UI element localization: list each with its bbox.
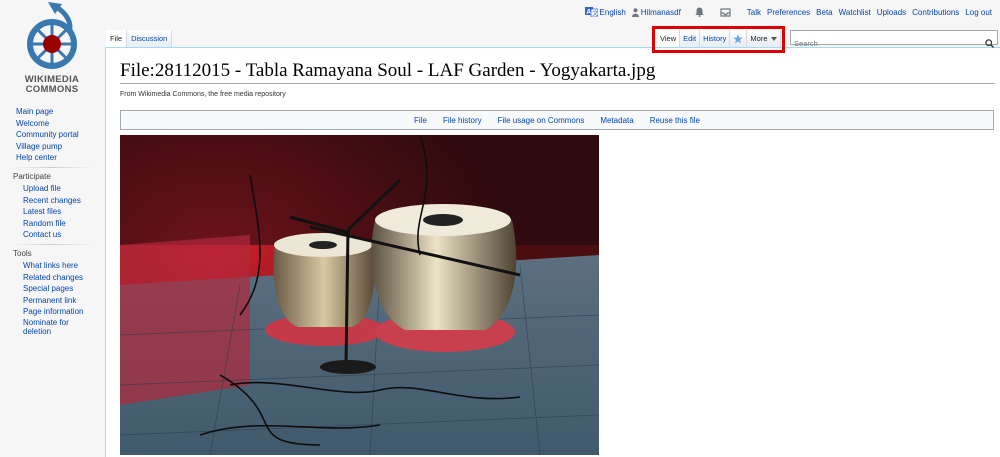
notifications-alerts-button[interactable] (695, 7, 706, 17)
filetoc-file[interactable]: File (414, 116, 427, 125)
sidebar-participate: Upload file Recent changes Latest files … (0, 183, 104, 241)
beta-link[interactable]: Beta (816, 8, 832, 17)
sidebar-item-page-information[interactable]: Page information (23, 306, 104, 318)
bell-icon (695, 7, 704, 17)
file-toc: File File history File usage on Commons … (120, 110, 994, 130)
star-icon (733, 33, 744, 43)
filetoc-file-history[interactable]: File history (443, 116, 482, 125)
svg-text:A: A (586, 9, 591, 16)
username-label: Hilmanasdf (640, 7, 681, 17)
search-icon[interactable] (985, 33, 994, 52)
page-title: File:28112015 - Tabla Ramayana Soul - LA… (120, 60, 656, 81)
title-divider (120, 83, 995, 84)
logo-wordmark-line2: COMMONS (25, 84, 79, 95)
sidebar-heading-participate: Participate (13, 171, 51, 181)
namespace-tabs: File Discussion (106, 30, 173, 47)
file-preview-image[interactable] (120, 135, 599, 455)
tab-history[interactable]: History (700, 30, 731, 47)
sidebar: Main page Welcome Community portal Villa… (0, 106, 104, 336)
translate-icon: A 文 (584, 7, 598, 18)
tab-view[interactable]: View (657, 30, 681, 47)
filetoc-metadata[interactable]: Metadata (600, 116, 633, 125)
sidebar-item-recent-changes[interactable]: Recent changes (23, 195, 104, 207)
sidebar-heading-tools: Tools (13, 248, 32, 258)
notifications-notices-button[interactable] (720, 7, 733, 17)
sidebar-item-latest-files[interactable]: Latest files (23, 206, 104, 218)
sidebar-item-help-center[interactable]: Help center (16, 152, 104, 164)
sidebar-item-special-pages[interactable]: Special pages (23, 283, 104, 295)
sidebar-item-contact-us[interactable]: Contact us (23, 229, 104, 241)
filetoc-file-usage[interactable]: File usage on Commons (498, 116, 585, 125)
personal-tools: A 文 English Hilmanasdf Talk Preferences … (579, 5, 992, 19)
sidebar-item-nominate-for-deletion[interactable]: Nominate for deletion (23, 318, 93, 336)
sidebar-divider (13, 166, 93, 168)
sidebar-divider (13, 243, 93, 245)
wikimedia-commons-logo[interactable]: WIKIMEDIA COMMONS (10, 0, 94, 96)
uploads-link[interactable]: Uploads (877, 8, 906, 17)
svg-text:文: 文 (592, 10, 598, 18)
preferences-link[interactable]: Preferences (767, 8, 810, 17)
site-tagline: From Wikimedia Commons, the free media r… (120, 91, 286, 98)
view-tabs: View Edit History More (657, 30, 781, 47)
user-page-link[interactable]: Hilmanasdf (631, 7, 681, 17)
tray-icon (720, 7, 731, 17)
tab-more[interactable]: More (747, 30, 781, 47)
user-icon (631, 7, 639, 17)
search-input[interactable] (791, 37, 984, 50)
language-selector[interactable]: A 文 English (584, 7, 626, 18)
language-label: English (599, 7, 626, 17)
chevron-down-icon (770, 36, 777, 41)
tab-discussion[interactable]: Discussion (127, 30, 173, 47)
content-area: File:28112015 - Tabla Ramayana Soul - LA… (105, 47, 1000, 457)
watchlist-link[interactable]: Watchlist (839, 8, 871, 17)
watch-star-button[interactable] (730, 30, 748, 47)
sidebar-item-welcome[interactable]: Welcome (16, 118, 104, 130)
search-box (790, 30, 998, 50)
sidebar-item-upload-file[interactable]: Upload file (23, 183, 104, 195)
sidebar-tools: What links here Related changes Special … (0, 260, 104, 336)
sidebar-item-village-pump[interactable]: Village pump (16, 141, 104, 153)
commons-logo-icon (27, 2, 77, 69)
talk-link[interactable]: Talk (747, 8, 761, 17)
sidebar-navigation: Main page Welcome Community portal Villa… (16, 106, 104, 164)
more-label: More (750, 34, 768, 43)
sidebar-item-what-links-here[interactable]: What links here (23, 260, 104, 272)
sidebar-item-main-page[interactable]: Main page (16, 106, 104, 118)
sidebar-item-related-changes[interactable]: Related changes (23, 272, 104, 284)
tab-file[interactable]: File (106, 30, 128, 47)
sidebar-item-random-file[interactable]: Random file (23, 218, 104, 230)
logout-link[interactable]: Log out (965, 8, 992, 17)
filetoc-reuse[interactable]: Reuse this file (650, 116, 700, 125)
sidebar-item-community-portal[interactable]: Community portal (16, 129, 104, 141)
tab-edit[interactable]: Edit (680, 30, 701, 47)
contributions-link[interactable]: Contributions (912, 8, 959, 17)
sidebar-item-permanent-link[interactable]: Permanent link (23, 295, 104, 307)
